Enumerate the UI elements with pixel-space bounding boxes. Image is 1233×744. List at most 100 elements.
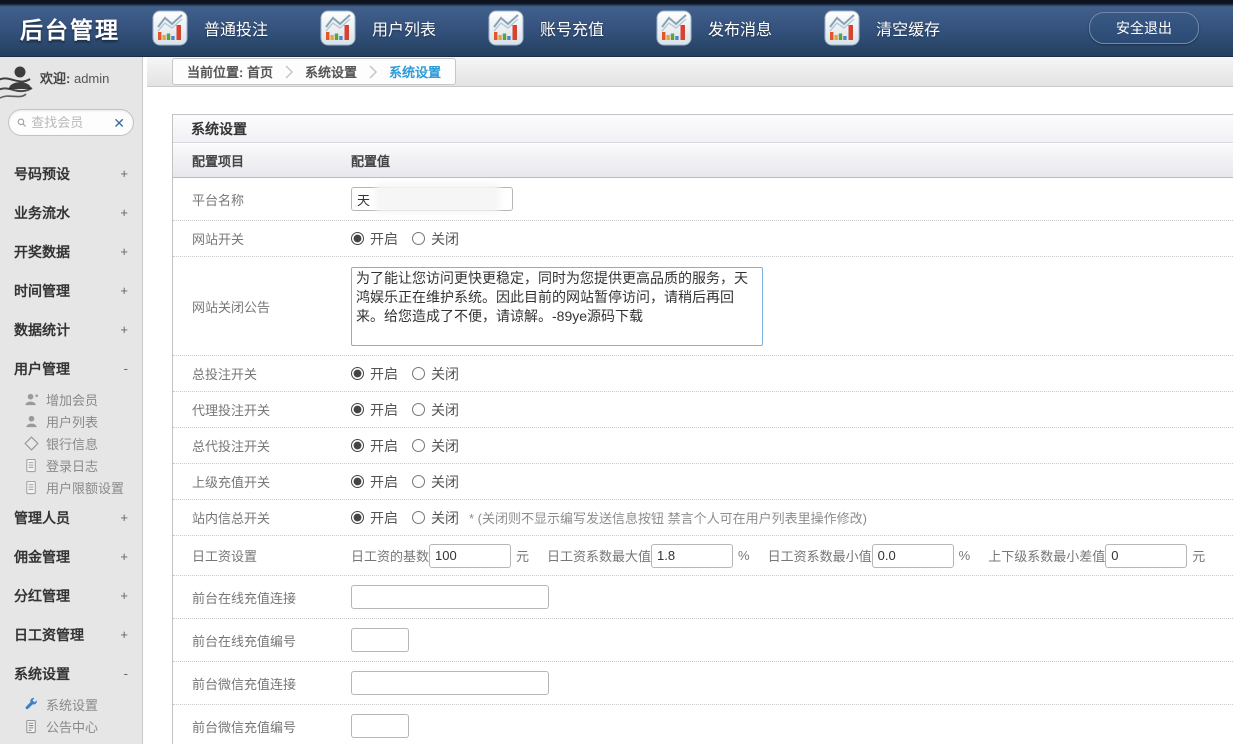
sidebar-item-add-member[interactable]: 增加会员 [0, 388, 142, 410]
expand-icon: + [120, 627, 128, 642]
platform-name-input[interactable] [351, 187, 513, 211]
upper-recharge-on-radio[interactable] [351, 475, 364, 488]
expand-icon: + [120, 244, 128, 259]
row-close-notice: 网站关闭公告 为了能让您访问更快更稳定，同时为您提供更高品质的服务，天鸿娱乐正在… [173, 257, 1233, 356]
nav-item-label: 账号充值 [540, 16, 604, 40]
chevron-right-icon [285, 65, 293, 79]
wage-base-input[interactable] [429, 544, 511, 568]
nav-item-clear-cache[interactable]: 清空缓存 [824, 10, 940, 46]
wage-min-diff-input[interactable] [1105, 544, 1187, 568]
user-icon [24, 414, 39, 429]
sidebar-section-business-flow[interactable]: 业务流水 + [0, 193, 142, 232]
column-config-value: 配置值 [351, 151, 390, 170]
expand-icon: + [120, 588, 128, 603]
row-site-message-switch: 站内信总开关 开启 关闭 * (关闭则不显示编写发送信息按钮 禁言个人可在用户列… [173, 500, 1233, 536]
search-input[interactable] [31, 115, 113, 130]
expand-icon: + [120, 283, 128, 298]
chart-bar-icon [320, 10, 356, 46]
wage-min-coef-input[interactable] [872, 544, 954, 568]
sidebar-item-login-log[interactable]: 登录日志 [0, 454, 142, 476]
limit-doc-icon [24, 480, 39, 495]
wechat-recharge-number-input[interactable] [351, 714, 409, 738]
breadcrumb-home[interactable]: 当前位置: 首页 [187, 62, 273, 81]
online-recharge-link-input[interactable] [351, 585, 549, 609]
row-online-recharge-link: 前台在线充值连接 [173, 576, 1233, 619]
chevron-right-icon [369, 65, 377, 79]
sidebar-section-lottery-data[interactable]: 开奖数据 + [0, 232, 142, 271]
sidebar-section-data-statistics[interactable]: 数据统计 + [0, 310, 142, 349]
sidebar-item-announcement-center[interactable]: 公告中心 [0, 715, 142, 737]
top-header-bar: 后台管理 普通投注 用户列表 [0, 0, 1233, 57]
nav-item-label: 清空缓存 [876, 16, 940, 40]
system-settings-panel: 系统设置 配置项目 配置值 平台名称 网站开关 [172, 114, 1233, 744]
general-agent-bet-on-radio[interactable] [351, 439, 364, 452]
member-search-box[interactable]: ✕ [8, 109, 134, 136]
clear-search-icon[interactable]: ✕ [113, 116, 125, 130]
nav-item-publish-message[interactable]: 发布消息 [656, 10, 772, 46]
nav-item-account-recharge[interactable]: 账号充值 [488, 10, 604, 46]
sidebar-section-time-management[interactable]: 时间管理 + [0, 271, 142, 310]
row-site-switch: 网站开关 开启 关闭 [173, 221, 1233, 257]
row-general-agent-bet-switch: 总代投注开关 开启 关闭 [173, 428, 1233, 464]
breadcrumb: 当前位置: 首页 系统设置 系统设置 [172, 58, 456, 85]
wage-max-coef-input[interactable] [651, 544, 733, 568]
column-config-item: 配置项目 [173, 151, 351, 170]
sidebar-item-user-limit-settings[interactable]: 用户限额设置 [0, 476, 142, 498]
radio-on-label: 开启 [370, 508, 398, 528]
online-recharge-number-input[interactable] [351, 628, 409, 652]
sidebar-section-dividend[interactable]: 分红管理 + [0, 576, 142, 615]
radio-on-label: 开启 [370, 472, 398, 492]
safe-logout-button[interactable]: 安全退出 [1089, 12, 1199, 44]
agent-bet-off-radio[interactable] [412, 403, 425, 416]
chart-bar-icon [824, 10, 860, 46]
sidebar: 欢迎: admin ✕ 号码预设 + 业务流水 + [0, 57, 143, 744]
row-online-recharge-number: 前台在线充值编号 [173, 619, 1233, 662]
wrench-icon [24, 697, 39, 712]
breadcrumb-system-settings[interactable]: 系统设置 [305, 62, 357, 81]
site-message-on-radio[interactable] [351, 511, 364, 524]
radio-off-label: 关闭 [431, 436, 459, 456]
radio-off-label: 关闭 [431, 472, 459, 492]
breadcrumb-bar: 当前位置: 首页 系统设置 系统设置 [147, 57, 1233, 87]
user-add-icon [24, 392, 39, 407]
wage-min-diff-group: 上下级系数最小差值 元 [988, 544, 1205, 568]
sidebar-section-system-settings[interactable]: 系统设置 - [0, 654, 142, 693]
wage-base-group: 日工资的基数 元 [351, 544, 529, 568]
wechat-recharge-link-input[interactable] [351, 671, 549, 695]
sidebar-section-user-management[interactable]: 用户管理 - [0, 349, 142, 388]
site-switch-off-radio[interactable] [412, 232, 425, 245]
nav-item-label: 普通投注 [204, 16, 268, 40]
row-upper-recharge-switch: 上级充值开关 开启 关闭 [173, 464, 1233, 500]
config-table-header: 配置项目 配置值 [173, 143, 1233, 178]
chart-bar-icon [656, 10, 692, 46]
nav-item-normal-bet[interactable]: 普通投注 [152, 10, 268, 46]
sidebar-item-user-list[interactable]: 用户列表 [0, 410, 142, 432]
total-bet-off-radio[interactable] [412, 367, 425, 380]
collapse-icon: - [124, 361, 128, 376]
sidebar-section-administrators[interactable]: 管理人员 + [0, 498, 142, 537]
agent-bet-on-radio[interactable] [351, 403, 364, 416]
site-message-off-radio[interactable] [412, 511, 425, 524]
site-switch-on-radio[interactable] [351, 232, 364, 245]
welcome-username: admin [74, 71, 109, 86]
total-bet-on-radio[interactable] [351, 367, 364, 380]
bank-diamond-icon [24, 436, 39, 451]
sidebar-section-daily-wage[interactable]: 日工资管理 + [0, 615, 142, 654]
upper-recharge-off-radio[interactable] [412, 475, 425, 488]
general-agent-bet-off-radio[interactable] [412, 439, 425, 452]
row-total-bet-switch: 总投注开关 开启 关闭 [173, 356, 1233, 392]
radio-on-label: 开启 [370, 436, 398, 456]
sidebar-section-commission[interactable]: 佣金管理 + [0, 537, 142, 576]
row-daily-wage-settings: 日工资设置 日工资的基数 元 日工资系数最大值 % 日工资系数最小值 [173, 536, 1233, 576]
sidebar-item-system-settings[interactable]: 系统设置 [0, 693, 142, 715]
radio-off-label: 关闭 [431, 508, 459, 528]
sidebar-section-number-preset[interactable]: 号码预设 + [0, 154, 142, 193]
expand-icon: + [120, 205, 128, 220]
sidebar-item-bank-info[interactable]: 银行信息 [0, 432, 142, 454]
close-notice-textarea[interactable]: 为了能让您访问更快更稳定，同时为您提供更高品质的服务，天鸿娱乐正在维护系统。因此… [351, 267, 763, 346]
radio-off-label: 关闭 [431, 400, 459, 420]
panel-title: 系统设置 [173, 115, 1233, 143]
expand-icon: + [120, 322, 128, 337]
top-navigation: 普通投注 用户列表 账号充值 [152, 10, 992, 46]
nav-item-user-list[interactable]: 用户列表 [320, 10, 436, 46]
